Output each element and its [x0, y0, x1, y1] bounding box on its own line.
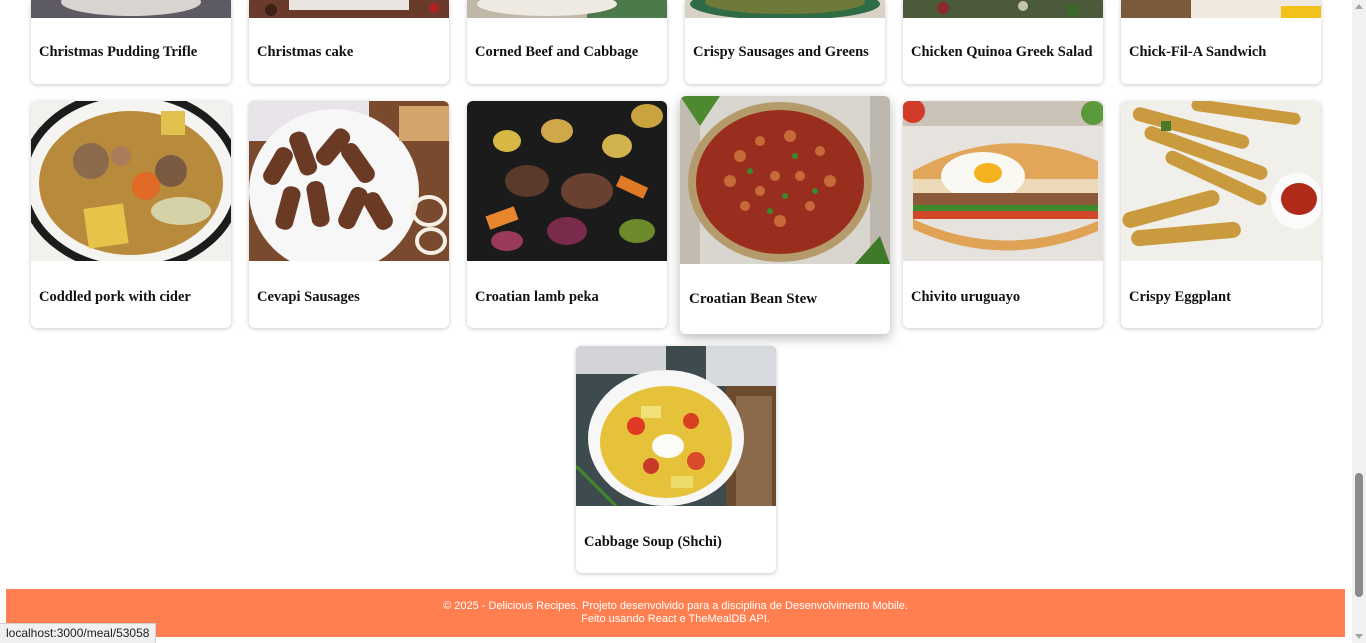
meal-title: Crispy Eggplant [1129, 289, 1231, 305]
meal-card[interactable]: Coddled pork with cider [31, 101, 231, 328]
meal-thumbnail [576, 346, 776, 506]
page-viewport: Christmas Pudding Trifle Christmas cake … [0, 0, 1352, 643]
meal-thumbnail [31, 0, 231, 18]
meal-title: Cevapi Sausages [257, 289, 360, 305]
meal-thumbnail [249, 0, 449, 18]
meal-card[interactable]: Crispy Sausages and Greens [685, 0, 885, 84]
meal-title: Corned Beef and Cabbage [475, 44, 639, 60]
meal-card[interactable]: Cevapi Sausages [249, 101, 449, 328]
meal-thumbnail [467, 101, 667, 261]
meal-thumbnail [685, 0, 885, 18]
meal-card[interactable]: Croatian lamb peka [467, 101, 667, 328]
footer-credits: Feito usando React e TheMealDB API. [581, 613, 770, 625]
meal-card[interactable]: Chicken Quinoa Greek Salad [903, 0, 1103, 84]
meal-card[interactable]: Cabbage Soup (Shchi) [576, 346, 776, 573]
meal-card[interactable]: Corned Beef and Cabbage [467, 0, 667, 84]
meal-thumbnail [467, 0, 667, 18]
meal-card-hovered[interactable]: Croatian Bean Stew [680, 96, 890, 334]
footer-copyright: © 2025 - Delicious Recipes. Projeto dese… [443, 600, 908, 612]
meal-title: Chick-Fil-A Sandwich [1129, 44, 1267, 60]
scroll-up-arrow-icon[interactable] [1355, 4, 1363, 9]
meal-title: Cabbage Soup (Shchi) [584, 534, 722, 550]
meal-thumbnail [903, 0, 1103, 18]
meal-card[interactable]: Crispy Eggplant [1121, 101, 1321, 328]
meal-thumbnail [249, 101, 449, 261]
meal-thumbnail [1121, 101, 1321, 261]
meal-thumbnail [680, 96, 890, 264]
meal-title: Crispy Sausages and Greens [693, 44, 869, 60]
scroll-down-arrow-icon[interactable] [1355, 634, 1363, 639]
meal-title: Croatian Bean Stew [689, 291, 818, 307]
meal-card[interactable]: Chick-Fil-A Sandwich [1121, 0, 1321, 84]
page-footer: © 2025 - Delicious Recipes. Projeto dese… [6, 589, 1345, 637]
meal-card[interactable]: Christmas Pudding Trifle [31, 0, 231, 84]
meal-card[interactable]: Christmas cake [249, 0, 449, 84]
meal-thumbnail [903, 101, 1103, 261]
meal-title: Christmas cake [257, 44, 354, 60]
scrollbar-thumb[interactable] [1355, 473, 1363, 597]
status-bar-url: localhost:3000/meal/53058 [0, 623, 157, 643]
meal-title: Chicken Quinoa Greek Salad [911, 44, 1093, 60]
meal-thumbnail [31, 101, 231, 261]
meal-card[interactable]: Chivito uruguayo [903, 101, 1103, 328]
vertical-scrollbar[interactable] [1352, 0, 1366, 643]
meal-title: Croatian lamb peka [475, 289, 599, 305]
meal-title: Christmas Pudding Trifle [39, 44, 198, 60]
meal-title: Coddled pork with cider [39, 289, 191, 305]
meal-thumbnail [1121, 0, 1321, 18]
meal-title: Chivito uruguayo [911, 289, 1021, 305]
